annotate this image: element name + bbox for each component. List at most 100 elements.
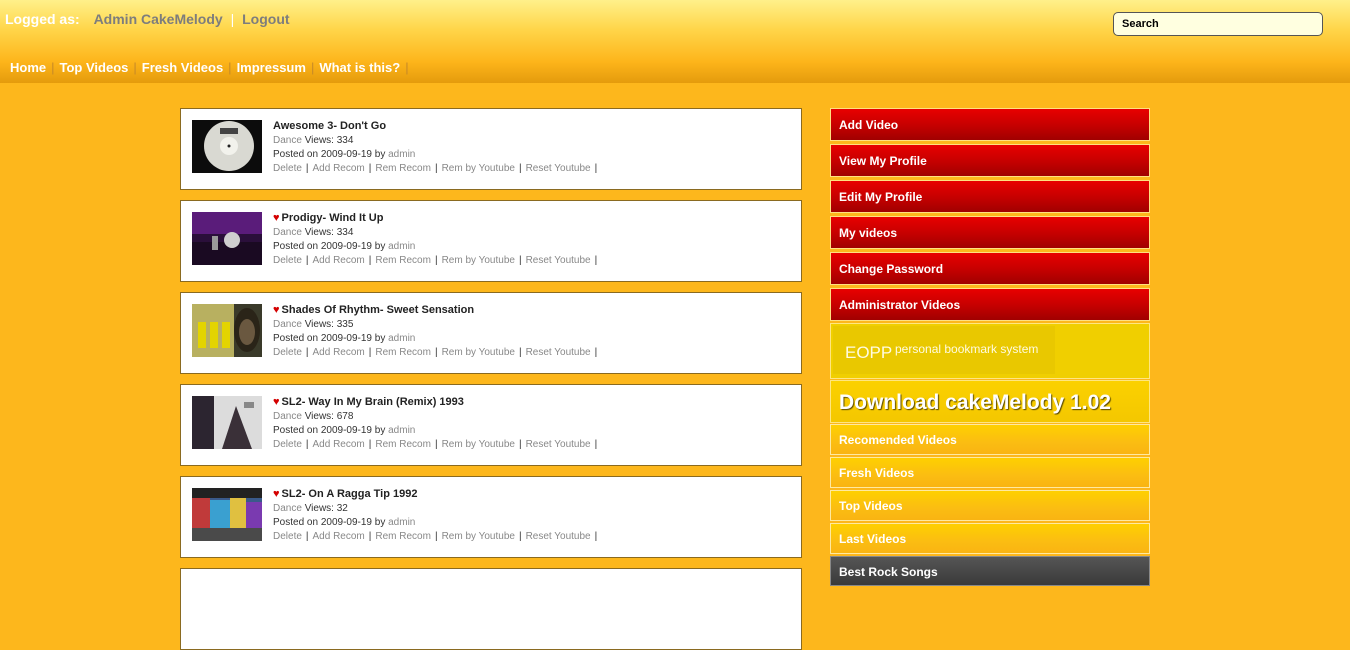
my-videos-button[interactable]: My videos (830, 216, 1150, 249)
top-nav: Home | Top Videos | Fresh Videos | Impressum | W… (10, 60, 414, 75)
author-link[interactable]: admin (388, 425, 415, 436)
download-banner[interactable]: Download cakeMelody 1.02 (830, 380, 1150, 423)
rem-recom-link[interactable]: Rem Recom (375, 255, 431, 266)
posted-label: Posted on (273, 517, 319, 528)
divider: | (594, 347, 598, 358)
video-genre[interactable]: Dance (273, 319, 302, 330)
nav-divider: | (133, 60, 137, 75)
nav-top-videos[interactable]: Top Videos (60, 60, 129, 75)
nav-impressum[interactable]: Impressum (237, 60, 306, 75)
eopp-tagline: personal bookmark system (895, 342, 1039, 356)
divider: | (368, 347, 372, 358)
posted-date: 2009-09-19 (320, 149, 372, 160)
divider: | (594, 439, 598, 450)
fresh-videos-link[interactable]: Fresh Videos (830, 457, 1150, 488)
rem-by-youtube-link[interactable]: Rem by Youtube (442, 255, 515, 266)
rem-by-youtube-link[interactable]: Rem by Youtube (442, 347, 515, 358)
video-thumbnail[interactable] (192, 396, 262, 449)
video-title[interactable]: Awesome 3- Don't Go (273, 119, 601, 133)
recomended-videos-link[interactable]: Recomended Videos (830, 424, 1150, 455)
top-videos-link[interactable]: Top Videos (830, 490, 1150, 521)
divider: | (434, 347, 438, 358)
add-recom-link[interactable]: Add Recom (313, 347, 365, 358)
view-my-profile-button[interactable]: View My Profile (830, 144, 1150, 177)
by-label: by (374, 517, 386, 528)
reset-youtube-link[interactable]: Reset Youtube (526, 255, 591, 266)
video-title[interactable]: Prodigy- Wind It Up (282, 212, 384, 224)
user-name-link[interactable]: Admin CakeMelody (94, 11, 223, 27)
video-thumbnail[interactable] (192, 120, 262, 173)
video-genre[interactable]: Dance (273, 135, 302, 146)
delete-link[interactable]: Delete (273, 255, 302, 266)
reset-youtube-link[interactable]: Reset Youtube (526, 347, 591, 358)
rem-by-youtube-link[interactable]: Rem by Youtube (442, 439, 515, 450)
rem-by-youtube-link[interactable]: Rem by Youtube (442, 163, 515, 174)
rem-recom-link[interactable]: Rem Recom (375, 347, 431, 358)
site-header: Logged as: Admin CakeMelody | Logout Hom… (0, 0, 1350, 83)
delete-link[interactable]: Delete (273, 347, 302, 358)
views-label: Views: (304, 319, 334, 330)
add-recom-link[interactable]: Add Recom (313, 163, 365, 174)
nav-home[interactable]: Home (10, 60, 46, 75)
nav-what-is-this[interactable]: What is this? (319, 60, 400, 75)
delete-link[interactable]: Delete (273, 163, 302, 174)
posted-date: 2009-09-19 (320, 241, 372, 252)
search-input[interactable] (1113, 12, 1323, 36)
by-label: by (374, 241, 386, 252)
author-link[interactable]: admin (388, 333, 415, 344)
author-link[interactable]: admin (388, 149, 415, 160)
administrator-videos-button[interactable]: Administrator Videos (830, 288, 1150, 321)
login-separator: | (230, 11, 235, 27)
rem-recom-link[interactable]: Rem Recom (375, 163, 431, 174)
video-item: ♥ SL2- On A Ragga Tip 1992 Dance Views: 3… (180, 476, 802, 558)
divider: | (518, 439, 522, 450)
add-recom-link[interactable]: Add Recom (313, 439, 365, 450)
video-thumbnail[interactable] (192, 212, 262, 265)
last-videos-link[interactable]: Last Videos (830, 523, 1150, 554)
edit-my-profile-button[interactable]: Edit My Profile (830, 180, 1150, 213)
video-title[interactable]: Shades Of Rhythm- Sweet Sensation (282, 304, 475, 316)
recommended-heart-icon: ♥ (273, 488, 280, 500)
reset-youtube-link[interactable]: Reset Youtube (526, 163, 591, 174)
divider: | (594, 163, 598, 174)
logout-link[interactable]: Logout (242, 11, 289, 27)
video-thumbnail[interactable] (192, 488, 262, 541)
add-recom-link[interactable]: Add Recom (313, 531, 365, 542)
divider: | (305, 163, 309, 174)
add-recom-link[interactable]: Add Recom (313, 255, 365, 266)
author-link[interactable]: admin (388, 241, 415, 252)
posted-label: Posted on (273, 333, 319, 344)
video-genre[interactable]: Dance (273, 503, 302, 514)
delete-link[interactable]: Delete (273, 439, 302, 450)
views-count: 334 (336, 135, 354, 146)
video-title[interactable]: SL2- Way In My Brain (Remix) 1993 (282, 396, 464, 408)
eopp-banner[interactable]: EOPP personal bookmark system (830, 323, 1150, 379)
reset-youtube-link[interactable]: Reset Youtube (526, 531, 591, 542)
divider: | (305, 531, 309, 542)
rem-recom-link[interactable]: Rem Recom (375, 439, 431, 450)
nav-divider: | (51, 60, 55, 75)
divider: | (368, 255, 372, 266)
posted-label: Posted on (273, 149, 319, 160)
delete-link[interactable]: Delete (273, 531, 302, 542)
rem-recom-link[interactable]: Rem Recom (375, 531, 431, 542)
reset-youtube-link[interactable]: Reset Youtube (526, 439, 591, 450)
add-video-button[interactable]: Add Video (830, 108, 1150, 141)
video-genre[interactable]: Dance (273, 227, 302, 238)
views-count: 335 (336, 319, 354, 330)
video-item (180, 568, 802, 650)
nav-fresh-videos[interactable]: Fresh Videos (142, 60, 223, 75)
video-thumbnail[interactable] (192, 304, 262, 357)
change-password-button[interactable]: Change Password (830, 252, 1150, 285)
by-label: by (374, 149, 386, 160)
views-count: 678 (336, 411, 354, 422)
video-genre[interactable]: Dance (273, 411, 302, 422)
views-label: Views: (304, 227, 334, 238)
views-count: 334 (336, 227, 354, 238)
best-rock-songs-header[interactable]: Best Rock Songs (830, 556, 1150, 586)
author-link[interactable]: admin (388, 517, 415, 528)
video-item: ♥ Shades Of Rhythm- Sweet Sensation Dance… (180, 292, 802, 374)
video-title[interactable]: SL2- On A Ragga Tip 1992 (282, 488, 418, 500)
divider: | (518, 531, 522, 542)
rem-by-youtube-link[interactable]: Rem by Youtube (442, 531, 515, 542)
